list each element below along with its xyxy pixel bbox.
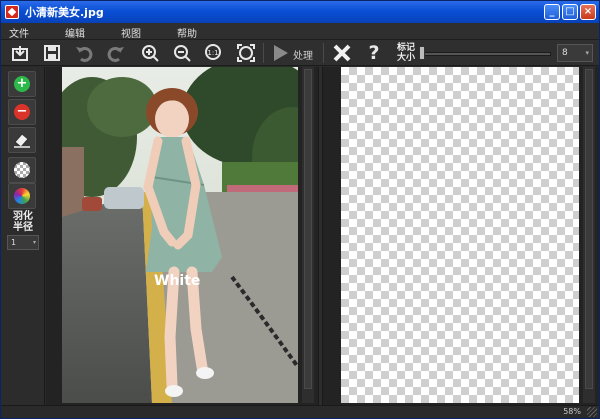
process-label[interactable]: 处理 — [293, 47, 313, 62]
toolbar: 1:1 处理 ? 标记 大小 8 ▾ — [1, 40, 599, 66]
undo-icon[interactable] — [73, 43, 95, 63]
color-button[interactable] — [8, 183, 36, 209]
title-bar[interactable]: 小清新美女.jpg _ □ × — [1, 1, 599, 23]
actual-size-icon[interactable]: 1:1 — [203, 43, 225, 63]
source-canvas[interactable]: White — [46, 67, 318, 405]
app-window: 小清新美女.jpg _ □ × 文件 编辑 视图 帮助 1:1 处理 ? 标记 … — [0, 0, 600, 419]
photo-watermark-text: White — [154, 273, 200, 289]
save-icon[interactable] — [41, 43, 63, 63]
result-scrollbar[interactable] — [583, 67, 595, 403]
help-icon[interactable]: ? — [363, 43, 385, 63]
mark-size-slider-track[interactable] — [419, 52, 551, 56]
source-scrollbar-thumb[interactable] — [304, 69, 312, 389]
mark-size-slider-handle[interactable] — [419, 46, 425, 60]
eraser-button[interactable] — [8, 127, 36, 153]
menu-view[interactable]: 视图 — [121, 25, 141, 40]
zoom-in-icon[interactable] — [139, 43, 161, 63]
transparent-button[interactable] — [8, 157, 36, 183]
menu-edit[interactable]: 编辑 — [65, 25, 85, 40]
app-logo-icon — [5, 5, 19, 19]
menu-help[interactable]: 帮助 — [177, 25, 197, 40]
toolbar-separator — [323, 43, 324, 63]
window-title: 小清新美女.jpg — [25, 6, 104, 19]
remove-mark-button[interactable]: − — [8, 99, 36, 125]
remove-mark-icon: − — [14, 104, 30, 120]
menu-bar: 文件 编辑 视图 帮助 — [1, 23, 599, 40]
play-icon[interactable] — [269, 43, 291, 63]
status-bar: 58% — [1, 405, 599, 418]
tool-panel: + − 羽化 半径 1 ▾ — [1, 67, 45, 405]
maximize-button[interactable]: □ — [562, 4, 578, 20]
add-mark-icon: + — [14, 76, 30, 92]
add-mark-button[interactable]: + — [8, 71, 36, 97]
fit-window-icon[interactable] — [235, 43, 257, 63]
svg-text:1:1: 1:1 — [207, 49, 218, 57]
source-scrollbar[interactable] — [302, 67, 314, 403]
toolbar-separator — [263, 43, 264, 63]
color-wheel-icon — [14, 188, 30, 204]
zoom-out-icon[interactable] — [171, 43, 193, 63]
zoom-level: 58% — [563, 407, 581, 416]
result-scrollbar-thumb[interactable] — [585, 69, 593, 389]
feather-radius-label: 羽化 半径 — [13, 211, 33, 233]
menu-file[interactable]: 文件 — [9, 25, 29, 40]
minimize-button[interactable]: _ — [544, 4, 560, 20]
eraser-icon — [14, 133, 30, 148]
clear-icon[interactable] — [331, 43, 353, 63]
close-button[interactable]: × — [580, 4, 596, 20]
chevron-down-icon: ▾ — [585, 49, 589, 57]
import-icon[interactable] — [9, 43, 31, 63]
redo-icon[interactable] — [105, 43, 127, 63]
chevron-down-icon: ▾ — [32, 239, 36, 246]
source-photo[interactable]: White — [62, 67, 298, 403]
result-transparent-area[interactable] — [341, 67, 579, 403]
transparent-icon — [14, 162, 30, 178]
mark-size-select[interactable]: 8 ▾ — [557, 44, 593, 62]
result-canvas[interactable] — [323, 67, 599, 405]
resize-grip-icon[interactable] — [587, 407, 597, 417]
feather-radius-select[interactable]: 1 ▾ — [7, 235, 39, 250]
mark-size-label: 标记 大小 — [396, 43, 415, 63]
